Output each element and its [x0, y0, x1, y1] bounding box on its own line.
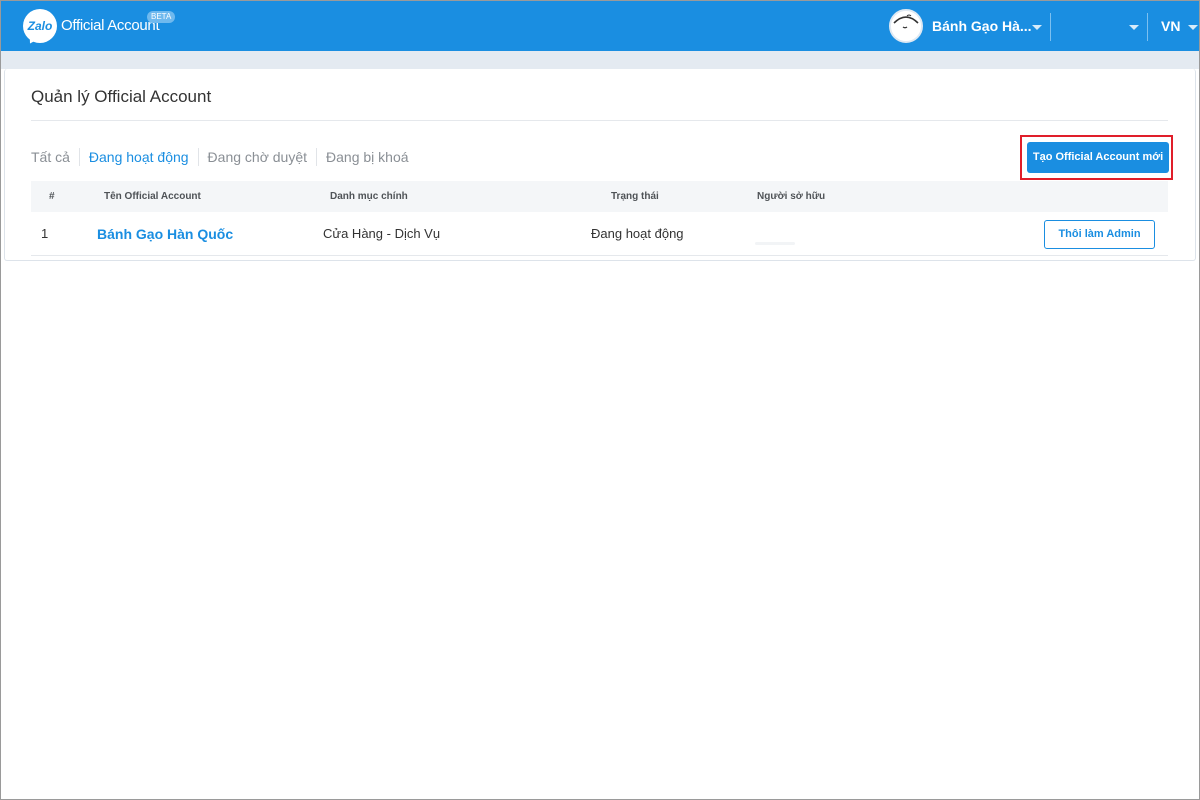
- tab-pending[interactable]: Đang chờ duyệt: [197, 148, 316, 166]
- language-selector[interactable]: VN: [1161, 18, 1180, 34]
- column-header-name: Tên Official Account: [104, 191, 201, 202]
- account-name[interactable]: Bánh Gạo Hà...: [932, 18, 1032, 34]
- tab-active[interactable]: Đang hoạt động: [78, 148, 198, 166]
- avatar-face-icon: [891, 11, 921, 41]
- column-header-owner: Người sở hữu: [757, 191, 826, 202]
- subheader-strip: [1, 51, 1199, 69]
- account-avatar[interactable]: [889, 9, 923, 43]
- table-header: # Tên Official Account Danh mục chính Tr…: [31, 181, 1168, 212]
- tab-all[interactable]: Tất cả: [31, 148, 79, 166]
- tab-locked[interactable]: Đang bị khoá: [316, 148, 418, 166]
- menu-dropdown-chevron-icon[interactable]: [1129, 25, 1139, 30]
- zalo-logo-icon[interactable]: Zalo: [23, 9, 57, 46]
- column-header-category: Danh mục chính: [330, 191, 408, 202]
- logo-text: Zalo: [27, 19, 53, 33]
- row-status: Đang hoạt động: [591, 226, 684, 241]
- header-divider: [1147, 13, 1148, 41]
- column-header-index: #: [49, 191, 55, 202]
- row-index: 1: [41, 226, 49, 241]
- logo-tail: [25, 34, 39, 46]
- top-navigation-bar: Zalo Official Account BETA Bánh Gạo Hà..…: [1, 1, 1199, 51]
- leave-admin-button[interactable]: Thôi làm Admin: [1044, 220, 1155, 249]
- language-dropdown-chevron-icon[interactable]: [1188, 25, 1198, 30]
- table-row: 1 Bánh Gạo Hàn Quốc Cửa Hàng - Dịch Vụ Đ…: [31, 212, 1168, 256]
- create-official-account-button[interactable]: Tạo Official Account mới: [1027, 142, 1169, 173]
- brand-title: Official Account: [61, 17, 160, 34]
- page-title: Quản lý Official Account: [31, 87, 212, 106]
- header-divider: [1050, 13, 1051, 41]
- row-category: Cửa Hàng - Dịch Vụ: [323, 226, 441, 241]
- status-filter-tabs: Tất cả Đang hoạt động Đang chờ duyệt Đan…: [31, 148, 418, 166]
- column-header-status: Trạng thái: [611, 191, 659, 202]
- official-account-name-link[interactable]: Bánh Gạo Hàn Quốc: [97, 212, 233, 256]
- beta-badge: BETA: [147, 11, 176, 23]
- row-owner-redacted: [755, 242, 795, 245]
- title-divider: [31, 120, 1168, 121]
- account-dropdown-chevron-icon[interactable]: [1032, 25, 1042, 30]
